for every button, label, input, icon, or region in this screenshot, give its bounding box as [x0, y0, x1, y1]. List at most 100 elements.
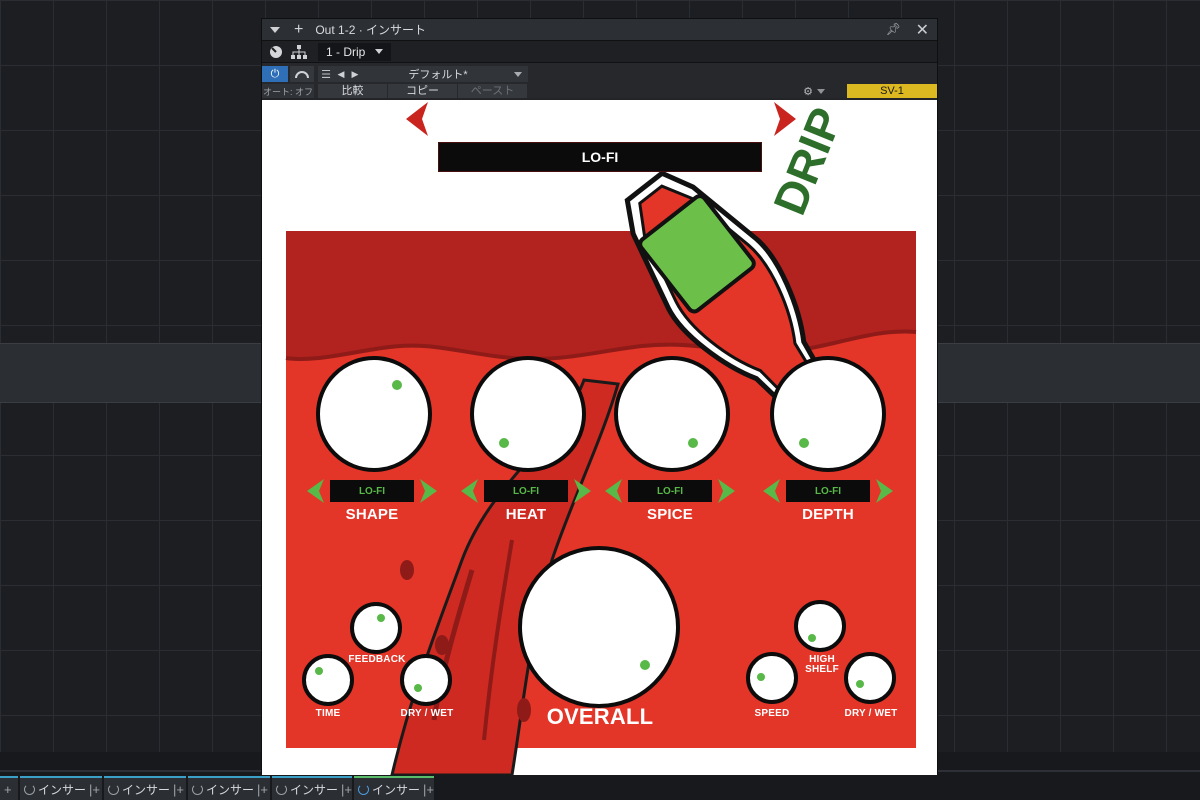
knob-indicator	[392, 380, 402, 390]
shape-mode-display[interactable]: LO-FI	[330, 480, 414, 502]
time-knob[interactable]	[302, 654, 354, 706]
knob-indicator	[688, 438, 698, 448]
dark-wave	[286, 231, 916, 360]
add-icon[interactable]: |+	[257, 782, 268, 797]
insert-slot-label: インサー	[290, 782, 339, 797]
overall-knob[interactable]	[518, 546, 680, 708]
shape-knob[interactable]	[316, 356, 432, 472]
power-button[interactable]: ⏻	[262, 66, 288, 82]
plugin-selector-label: 1 - Drip	[326, 44, 366, 59]
delay-dry-wet-knob[interactable]	[400, 654, 452, 706]
knob-indicator	[640, 660, 650, 670]
power-icon[interactable]	[108, 783, 119, 795]
knob-indicator	[799, 438, 809, 448]
chevron-left-icon[interactable]	[402, 100, 432, 138]
close-icon[interactable]: ✕	[916, 20, 929, 40]
power-icon[interactable]	[276, 783, 287, 795]
chevron-down-icon	[816, 88, 825, 94]
insert-slot-label: インサー	[206, 782, 255, 797]
plugin-window: + Out 1-2 · インサート 📌︎ ✕ 1 - Drip ⏻ オート: オ…	[261, 18, 938, 775]
depth-label: DEPTH	[802, 506, 854, 523]
insert-slot-2[interactable]: インサー |+	[104, 776, 186, 800]
high-shelf-label-line-2: SHELF	[805, 664, 839, 675]
insert-slot-5[interactable]: インサー |+	[354, 776, 434, 800]
knob-indicator	[377, 614, 385, 622]
previous-preset-icon[interactable]: ◀	[334, 69, 348, 80]
high-shelf-knob[interactable]	[794, 600, 846, 652]
preset-toolbar: ⏻ オート: オフ ☰ ◀ ▶ デフォルト* 比較 コピー ペースト ⚙ SV-…	[262, 62, 937, 98]
chevron-right-icon[interactable]	[572, 478, 594, 504]
shape-label: SHAPE	[345, 506, 399, 523]
preset-display[interactable]: LO-FI	[438, 142, 762, 172]
add-icon[interactable]: +	[294, 21, 303, 38]
drip-plugin-ui: DRIP LO-FI LO-FI SHAPE LO-FI HEAT LO-FI …	[262, 100, 937, 775]
spice-knob[interactable]	[614, 356, 730, 472]
chevron-down-icon[interactable]	[514, 71, 522, 77]
copy-button[interactable]: コピー	[388, 84, 458, 98]
chevron-left-icon[interactable]	[458, 478, 480, 504]
knob-indicator	[856, 680, 864, 688]
add-icon[interactable]: |+	[173, 782, 184, 797]
depth-mode-display[interactable]: LO-FI	[786, 480, 870, 502]
time-label: TIME	[315, 708, 341, 719]
add-icon[interactable]: |+	[423, 782, 434, 797]
settings-button[interactable]: ⚙	[799, 84, 829, 98]
add-icon[interactable]: |+	[341, 782, 352, 797]
heat-label: HEAT	[505, 506, 547, 523]
power-icon[interactable]	[24, 783, 35, 795]
insert-slot-label: インサー	[122, 782, 171, 797]
plugin-knob-icon[interactable]	[267, 43, 285, 61]
add-icon[interactable]: |+	[89, 782, 100, 797]
collapse-icon[interactable]	[270, 26, 280, 33]
power-icon[interactable]	[358, 783, 369, 795]
chevron-right-icon[interactable]	[770, 100, 800, 138]
preset-file-icon[interactable]: ☰	[318, 68, 334, 81]
feedback-knob[interactable]	[350, 602, 402, 654]
plugin-toolbar: 1 - Drip	[262, 40, 937, 62]
insert-slot-3[interactable]: インサー |+	[188, 776, 270, 800]
knob-indicator	[414, 684, 422, 692]
spice-mode-display[interactable]: LO-FI	[628, 480, 712, 502]
chevron-left-icon[interactable]	[304, 478, 326, 504]
window-titlebar[interactable]: + Out 1-2 · インサート 📌︎ ✕	[262, 19, 937, 40]
preset-actions: 比較 コピー ペースト	[318, 84, 528, 98]
heat-mode-display[interactable]: LO-FI	[484, 480, 568, 502]
insert-slot-edge[interactable]: +	[0, 776, 18, 800]
compare-button[interactable]: 比較	[318, 84, 388, 98]
knob-indicator	[499, 438, 509, 448]
filter-dry-wet-label: DRY / WET	[844, 708, 898, 719]
plugin-selector[interactable]: 1 - Drip	[318, 42, 392, 61]
knob-indicator	[315, 667, 323, 675]
high-shelf-label: HIGH SHELF	[792, 655, 852, 675]
next-preset-icon[interactable]: ▶	[348, 69, 362, 80]
insert-slot-1[interactable]: インサー |+	[20, 776, 102, 800]
chevron-left-icon[interactable]	[602, 478, 624, 504]
depth-knob[interactable]	[770, 356, 886, 472]
sauce-drip	[435, 635, 449, 655]
power-icon[interactable]	[192, 783, 203, 795]
filter-dry-wet-knob[interactable]	[844, 652, 896, 704]
insert-slot-4[interactable]: インサー |+	[272, 776, 352, 800]
routing-icon[interactable]	[290, 43, 308, 61]
automation-button[interactable]	[290, 66, 314, 82]
chevron-right-icon[interactable]	[418, 478, 440, 504]
spice-label: SPICE	[646, 506, 693, 523]
pin-icon[interactable]: 📌︎	[886, 22, 901, 36]
automation-mode-label[interactable]: オート: オフ	[262, 84, 314, 98]
speed-knob[interactable]	[746, 652, 798, 704]
insert-slot-label: インサー	[38, 782, 87, 797]
feedback-label: FEEDBACK	[348, 654, 406, 665]
insert-slot-label: インサー	[372, 782, 421, 797]
chevron-right-icon[interactable]	[874, 478, 896, 504]
chevron-down-icon	[375, 49, 384, 54]
sauce-drip	[400, 560, 414, 580]
add-icon: +	[4, 781, 12, 797]
delay-dry-wet-label: DRY / WET	[400, 708, 454, 719]
heat-knob[interactable]	[470, 356, 586, 472]
chevron-right-icon[interactable]	[716, 478, 738, 504]
preset-selector[interactable]: ☰ ◀ ▶ デフォルト*	[318, 66, 528, 82]
device-label[interactable]: SV-1	[847, 84, 937, 98]
chevron-left-icon[interactable]	[760, 478, 782, 504]
paste-button[interactable]: ペースト	[458, 84, 528, 98]
knob-indicator	[808, 634, 816, 642]
